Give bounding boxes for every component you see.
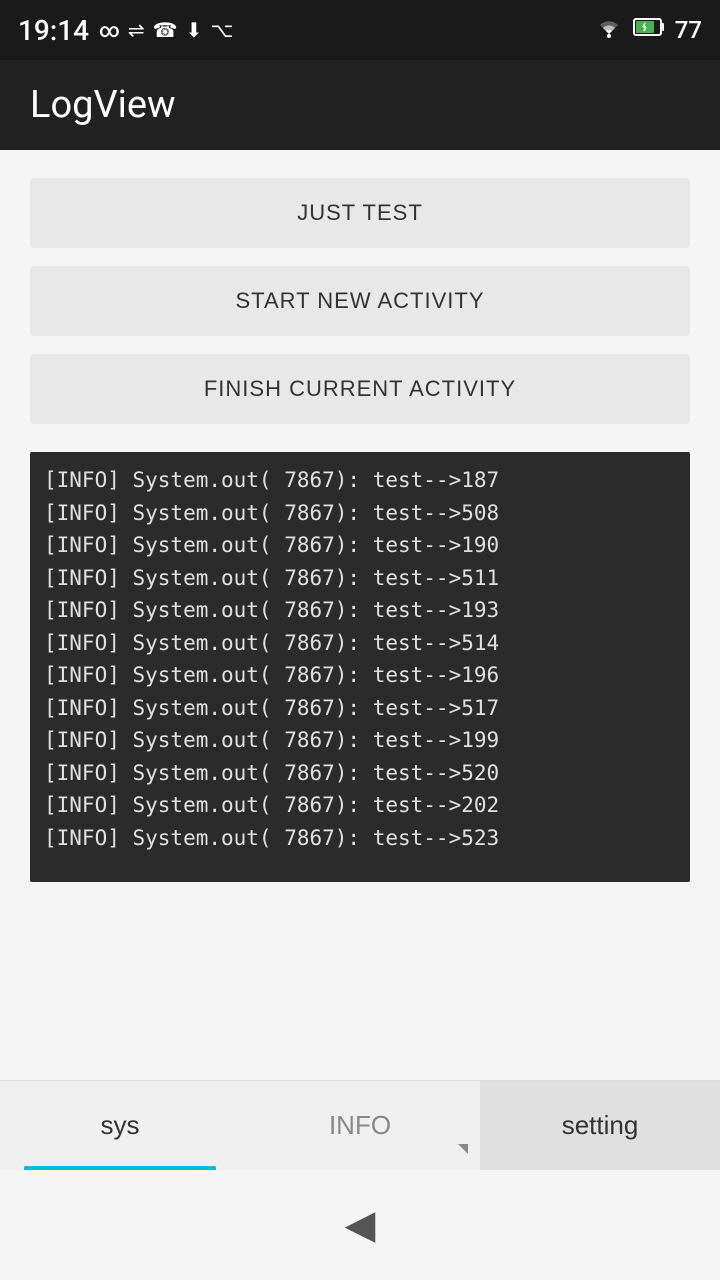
- log-entry: [INFO] System.out( 7867): test-->202: [44, 789, 676, 822]
- status-left: 19:14 ∞ ⇌ ☎ ⬇ ⌥: [18, 14, 233, 47]
- status-bar: 19:14 ∞ ⇌ ☎ ⬇ ⌥: [0, 0, 720, 60]
- nav-bar: ◀: [0, 1170, 720, 1280]
- log-container: [INFO] System.out( 7867): test-->187[INF…: [30, 452, 690, 882]
- log-entry: [INFO] System.out( 7867): test-->514: [44, 627, 676, 660]
- battery-icon: [633, 17, 665, 43]
- tab-setting[interactable]: setting: [480, 1081, 720, 1170]
- log-entry: [INFO] System.out( 7867): test-->508: [44, 497, 676, 530]
- log-entry: [INFO] System.out( 7867): test-->193: [44, 594, 676, 627]
- tab-setting-label: setting: [562, 1110, 639, 1141]
- status-icons: ∞ ⇌ ☎ ⬇ ⌥: [99, 18, 233, 42]
- log-entry: [INFO] System.out( 7867): test-->187: [44, 464, 676, 497]
- battery-level: 77: [675, 16, 702, 44]
- status-right: 77: [595, 16, 702, 44]
- tab-info-label: INFO: [329, 1110, 391, 1141]
- back-button[interactable]: ◀: [345, 1202, 376, 1248]
- log-entry: [INFO] System.out( 7867): test-->196: [44, 659, 676, 692]
- just-test-button[interactable]: JUST TEST: [30, 178, 690, 248]
- info-triangle-icon: [458, 1144, 468, 1154]
- log-entry: [INFO] System.out( 7867): test-->520: [44, 757, 676, 790]
- log-entry: [INFO] System.out( 7867): test-->523: [44, 822, 676, 855]
- tab-bar: sys INFO setting: [0, 1080, 720, 1170]
- phone-icon: ☎: [153, 18, 178, 42]
- download-icon: ⬇: [186, 18, 203, 42]
- finish-current-activity-button[interactable]: FINISH CURRENT ACTIVITY: [30, 354, 690, 424]
- fork-icon: ⌥: [210, 18, 233, 42]
- log-entry: [INFO] System.out( 7867): test-->511: [44, 562, 676, 595]
- app-title: LogView: [30, 83, 176, 127]
- tab-sys-label: sys: [101, 1110, 140, 1141]
- infinity-icon: ∞: [99, 18, 120, 42]
- tab-info[interactable]: INFO: [240, 1081, 480, 1170]
- main-content: JUST TEST START NEW ACTIVITY FINISH CURR…: [0, 150, 720, 1080]
- tab-sys[interactable]: sys: [0, 1081, 240, 1170]
- log-entry: [INFO] System.out( 7867): test-->199: [44, 724, 676, 757]
- log-entry: [INFO] System.out( 7867): test-->190: [44, 529, 676, 562]
- usb-icon: ⇌: [128, 18, 145, 42]
- log-entry: [INFO] System.out( 7867): test-->517: [44, 692, 676, 725]
- wifi-icon: [595, 16, 623, 44]
- status-time: 19:14: [18, 14, 89, 47]
- start-new-activity-button[interactable]: START NEW ACTIVITY: [30, 266, 690, 336]
- app-bar: LogView: [0, 60, 720, 150]
